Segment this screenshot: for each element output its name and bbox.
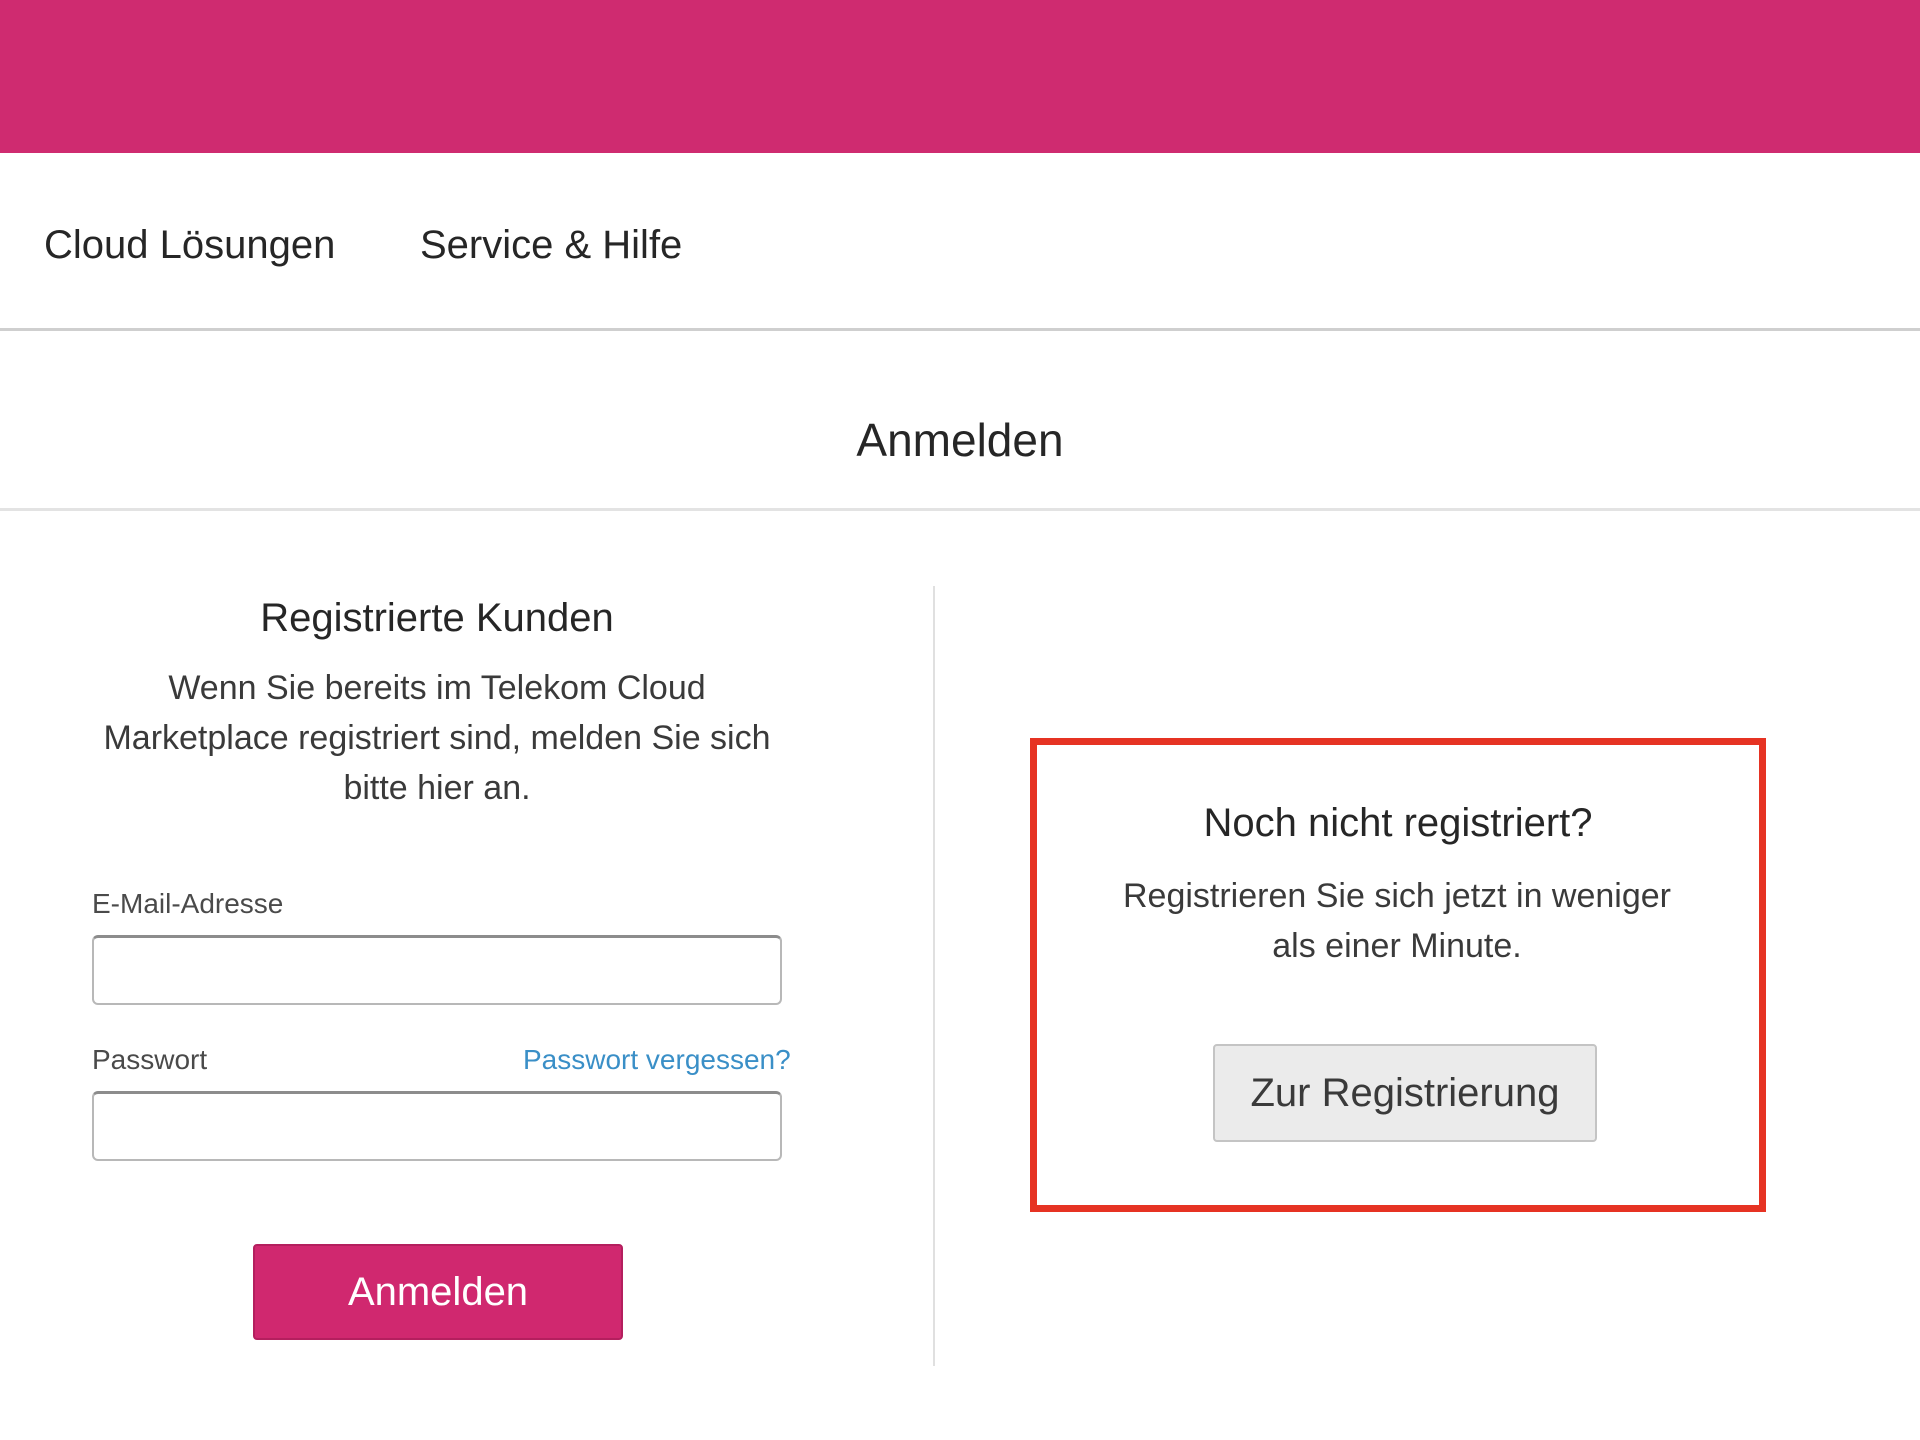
- register-highlight-box: Noch nicht registriert? Registrieren Sie…: [1030, 738, 1766, 1212]
- registered-customers-title: Registrierte Kunden: [260, 596, 614, 640]
- registered-customers-section: Registrierte Kunden Wenn Sie bereits im …: [90, 586, 784, 813]
- page-title-section: Anmelden: [0, 331, 1920, 511]
- column-divider: [933, 586, 935, 1366]
- page-title: Anmelden: [856, 414, 1064, 466]
- nav-item-cloud-solutions[interactable]: Cloud Lösungen: [44, 223, 335, 268]
- main-navigation: Cloud Lösungen Service & Hilfe: [0, 153, 1920, 331]
- register-description: Registrieren Sie sich jetzt in weniger a…: [1122, 877, 1672, 965]
- forgot-password-link[interactable]: Passwort vergessen?: [523, 1044, 791, 1076]
- brand-header-bar: [0, 0, 1920, 153]
- nav-item-service-help[interactable]: Service & Hilfe: [420, 223, 682, 268]
- login-button[interactable]: Anmelden: [253, 1244, 623, 1340]
- password-field[interactable]: [92, 1091, 782, 1161]
- email-label: E-Mail-Adresse: [92, 888, 284, 919]
- password-label: Passwort: [92, 1044, 208, 1075]
- register-title: Noch nicht registriert?: [1203, 801, 1593, 845]
- email-field[interactable]: [92, 935, 782, 1005]
- registered-customers-description: Wenn Sie bereits im Telekom Cloud Market…: [103, 669, 771, 807]
- register-button[interactable]: Zur Registrierung: [1213, 1044, 1597, 1142]
